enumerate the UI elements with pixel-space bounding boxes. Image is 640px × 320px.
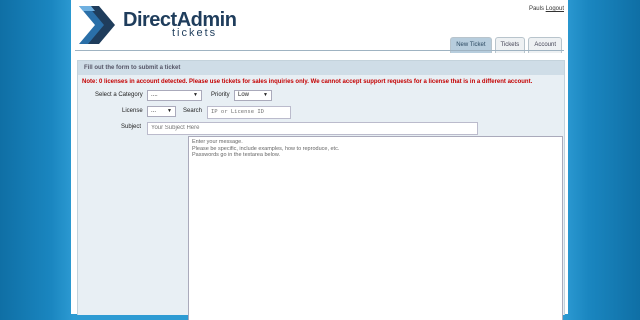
license-label: License bbox=[122, 108, 143, 114]
search-label: Search bbox=[183, 108, 203, 114]
chevron-down-icon: ▼ bbox=[193, 92, 198, 98]
message-textarea[interactable]: Enter your message. Please be specific, … bbox=[188, 136, 563, 320]
directadmin-logo-icon bbox=[79, 6, 115, 44]
license-select[interactable]: ... ▼ bbox=[147, 106, 176, 117]
chevron-down-icon: ▼ bbox=[263, 92, 268, 98]
priority-select[interactable]: Low ▼ bbox=[234, 90, 272, 101]
subject-input[interactable] bbox=[147, 122, 478, 135]
category-select[interactable]: .... ▼ bbox=[147, 90, 202, 101]
priority-label: Priority bbox=[211, 92, 230, 98]
priority-select-value: Low bbox=[238, 92, 250, 98]
ticket-form-panel: Fill out the form to submit a ticket Not… bbox=[77, 60, 565, 320]
category-label: Select a Category bbox=[95, 92, 143, 98]
chevron-down-icon: ▼ bbox=[167, 108, 172, 114]
license-note: Note: 0 licenses in account detected. Pl… bbox=[82, 79, 533, 85]
subject-label: Subject bbox=[121, 124, 142, 130]
license-select-value: ... bbox=[151, 108, 157, 114]
category-select-value: .... bbox=[151, 92, 158, 98]
brand-subtitle: tickets bbox=[172, 27, 218, 39]
header-divider bbox=[75, 50, 564, 51]
page-container: DirectAdmin tickets Pauls Logout New Tic… bbox=[71, 0, 568, 320]
logout-link[interactable]: Logout bbox=[546, 6, 564, 12]
search-input[interactable] bbox=[207, 106, 291, 119]
message-line: Passwords go in the textarea below. bbox=[192, 152, 281, 158]
form-title: Fill out the form to submit a ticket bbox=[78, 61, 564, 75]
username: Pauls bbox=[528, 6, 544, 12]
user-bar: Pauls Logout bbox=[529, 6, 564, 12]
